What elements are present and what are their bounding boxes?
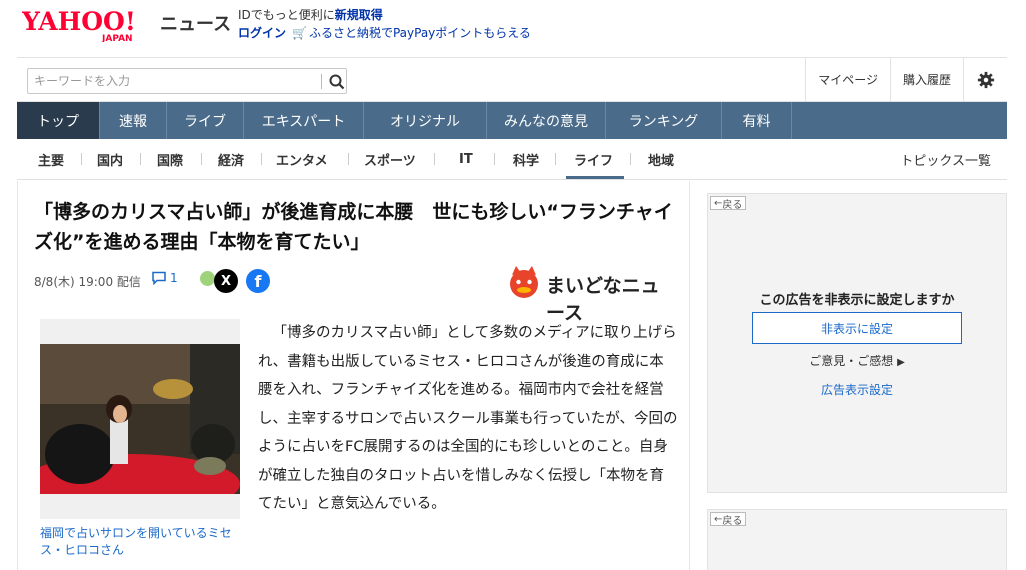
- mypage-link[interactable]: マイページ: [805, 58, 890, 101]
- cart-icon: 🛒: [292, 26, 307, 40]
- ad-back-button-2[interactable]: ← 戻る: [710, 512, 747, 527]
- comment-icon: [152, 271, 166, 285]
- signup-link[interactable]: 新規取得: [335, 8, 383, 22]
- category-divider: [201, 153, 202, 165]
- category-science[interactable]: 科学: [513, 139, 539, 179]
- login-link[interactable]: ログイン: [238, 26, 286, 40]
- category-world[interactable]: 国際: [157, 139, 183, 179]
- ad-feedback-panel-2: ← 戻る: [707, 509, 1007, 570]
- category-it[interactable]: IT: [459, 139, 473, 179]
- ad-back-button[interactable]: ← 戻る: [710, 196, 747, 211]
- photo-caption[interactable]: 福岡で占いサロンを開いているミセス・ヒロコさん: [40, 525, 242, 559]
- ad-feedback-panel: ← 戻る この広告を非表示に設定しますか 非表示に設定 ご意見・ご感想 ▶ 広告…: [707, 193, 1007, 493]
- topics-list-link[interactable]: トピックス一覧: [900, 139, 991, 179]
- category-economy[interactable]: 経済: [218, 139, 244, 179]
- main-nav: トップ 速報 ライブ エキスパート オリジナル みんなの意見 ランキング 有料: [17, 102, 1007, 139]
- logo-yahoo-text: YAHOO!: [22, 7, 136, 36]
- id-promo-line: IDでもっと便利に新規取得: [238, 6, 383, 23]
- back-label: 戻る: [722, 199, 743, 211]
- category-divider: [434, 153, 435, 165]
- publish-date: 8/8(木) 19:00 配信: [34, 275, 141, 289]
- back-label: 戻る: [722, 515, 743, 527]
- account-links: マイページ 購入履歴: [805, 58, 1007, 101]
- category-main[interactable]: 主要: [38, 139, 64, 179]
- tab-live[interactable]: ライブ: [167, 102, 244, 139]
- category-divider: [348, 153, 349, 165]
- hide-ad-button[interactable]: 非表示に設定: [752, 312, 962, 344]
- back-arrow-icon: ←: [714, 513, 723, 525]
- yahoo-news-logo[interactable]: YAHOO! JAPAN ニュース: [22, 6, 232, 42]
- gear-icon: [977, 71, 994, 88]
- x-share-icon[interactable]: X: [214, 269, 238, 293]
- article: 「博多のカリスマ占い師」が後進育成に本腰 世にも珍しい“フランチャイズ化”を進め…: [17, 181, 690, 570]
- category-divider: [555, 153, 556, 165]
- comment-count-link[interactable]: 1: [151, 271, 178, 285]
- active-category-indicator: [566, 176, 624, 179]
- tab-expert[interactable]: エキスパート: [244, 102, 364, 139]
- ad-feedback-link[interactable]: ご意見・ご感想 ▶: [708, 352, 1006, 369]
- article-photo[interactable]: [40, 319, 240, 519]
- tab-breaking[interactable]: 速報: [100, 102, 167, 139]
- id-text: IDでもっと便利に: [238, 8, 335, 22]
- tab-original[interactable]: オリジナル: [364, 102, 487, 139]
- photo-image: [40, 344, 240, 494]
- tab-top[interactable]: トップ: [17, 102, 100, 139]
- tab-ranking[interactable]: ランキング: [606, 102, 722, 139]
- facebook-share-icon[interactable]: f: [246, 269, 270, 293]
- settings-button[interactable]: [963, 58, 1007, 101]
- publisher-logo[interactable]: まいどなニュース: [504, 265, 676, 324]
- comment-count: 1: [170, 271, 178, 285]
- back-arrow-icon: ←: [714, 197, 723, 209]
- category-divider: [140, 153, 141, 165]
- ad-settings-link[interactable]: 広告表示設定: [708, 381, 1006, 398]
- search-icon: [329, 74, 345, 90]
- tab-paid[interactable]: 有料: [722, 102, 792, 139]
- category-nav: 主要 国内 国際 経済 エンタメ スポーツ IT 科学 ライフ 地域 トピックス…: [17, 139, 1007, 180]
- search-button[interactable]: [328, 73, 346, 91]
- article-headline: 「博多のカリスマ占い師」が後進育成に本腰 世にも珍しい“フランチャイズ化”を進め…: [34, 201, 673, 253]
- category-divider: [261, 153, 262, 165]
- ad-hide-question: この広告を非表示に設定しますか: [759, 293, 955, 308]
- tab-opinions[interactable]: みんなの意見: [487, 102, 606, 139]
- logo-japan-text: JAPAN: [101, 34, 133, 42]
- triangle-right-icon: ▶: [897, 357, 905, 368]
- search-box: [27, 68, 347, 94]
- purchase-history-link[interactable]: 購入履歴: [889, 58, 963, 101]
- category-life[interactable]: ライフ: [574, 139, 613, 179]
- category-local[interactable]: 地域: [648, 139, 674, 179]
- category-domestic[interactable]: 国内: [97, 139, 123, 179]
- publisher-name: まいどなニュース: [546, 275, 660, 324]
- login-line: ログイン 🛒 ふるさと納税でPayPayポイントもらえる: [238, 24, 531, 41]
- logo-service-text: ニュース: [160, 14, 231, 35]
- reaction-smile-icon[interactable]: [200, 271, 215, 286]
- category-divider: [81, 153, 82, 165]
- category-entertainment[interactable]: エンタメ: [276, 139, 328, 179]
- search-input[interactable]: [34, 72, 304, 90]
- article-body: 「博多のカリスマ占い師」として多数のメディアに取り上げられ、書籍も出版しているミ…: [258, 325, 678, 512]
- category-divider: [494, 153, 495, 165]
- publisher-cat-icon: [510, 266, 538, 298]
- ad-feedback-label: ご意見・ご感想: [809, 354, 894, 368]
- category-divider: [630, 153, 631, 165]
- search-band: マイページ 購入履歴: [17, 57, 1007, 102]
- furusato-promo-link[interactable]: ふるさと納税でPayPayポイントもらえる: [309, 26, 531, 40]
- search-divider: [321, 74, 322, 89]
- category-sports[interactable]: スポーツ: [364, 139, 416, 179]
